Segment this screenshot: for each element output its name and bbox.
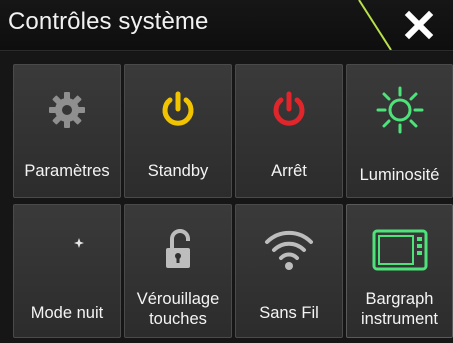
tile-label: Bargraph instrument xyxy=(347,289,452,329)
power-off-button[interactable]: Arrêt xyxy=(235,64,343,198)
tile-label: Sans Fil xyxy=(259,304,319,322)
tile-label: Paramètres xyxy=(24,162,110,180)
page-title: Contrôles système xyxy=(8,8,209,35)
tile-label: Standby xyxy=(147,162,209,180)
tile-label-line: Bargraph xyxy=(365,290,434,308)
bargraph-instrument-icon xyxy=(372,229,427,271)
system-controls-grid: Paramètres Standby Arrêt Luminosité Mode… xyxy=(0,52,453,343)
moon-icon xyxy=(52,234,84,268)
power-icon xyxy=(273,91,305,126)
tile-label: Luminosité xyxy=(359,166,440,184)
brightness-icon xyxy=(376,86,423,134)
key-lock-button[interactable]: Vérouillage touches xyxy=(124,204,232,338)
standby-icon xyxy=(162,91,194,126)
close-button[interactable] xyxy=(385,0,453,50)
bargraph-instrument-button[interactable]: Bargraph instrument xyxy=(346,204,453,338)
settings-button[interactable]: Paramètres xyxy=(13,64,121,198)
tile-label-line: instrument xyxy=(360,310,439,328)
wireless-button[interactable]: Sans Fil xyxy=(235,204,343,338)
title-bar: Contrôles système xyxy=(0,0,453,51)
tile-label: Arrêt xyxy=(271,162,307,180)
night-mode-button[interactable]: Mode nuit xyxy=(13,204,121,338)
standby-button[interactable]: Standby xyxy=(124,64,232,198)
gear-icon xyxy=(49,92,85,128)
tile-label: Vérouillage touches xyxy=(125,289,231,329)
brightness-button[interactable]: Luminosité xyxy=(346,64,453,198)
tile-label-line: Vérouillage xyxy=(136,290,220,308)
unlock-icon xyxy=(166,229,190,268)
tile-label-line: touches xyxy=(149,310,207,328)
close-icon xyxy=(404,10,434,40)
tile-label: Mode nuit xyxy=(30,304,104,322)
wifi-icon xyxy=(265,230,313,270)
